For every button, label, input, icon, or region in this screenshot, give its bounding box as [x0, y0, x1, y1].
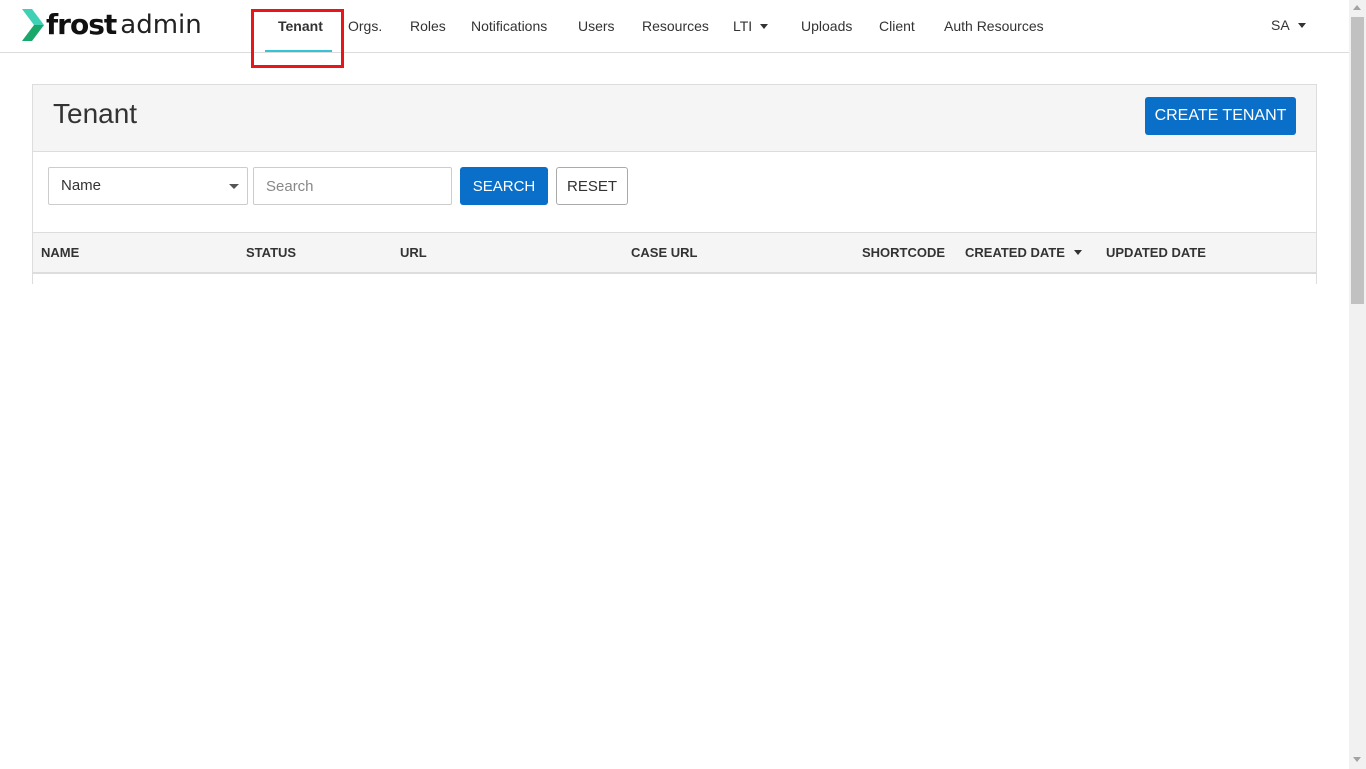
search-input[interactable] — [253, 167, 452, 205]
search-field-selected-value: Name — [61, 177, 102, 194]
nav-item-uploads[interactable]: Uploads — [801, 0, 852, 52]
nav-item-auth-resources[interactable]: Auth Resources — [944, 0, 1044, 52]
logo-suffix-text: admin — [120, 10, 202, 40]
user-menu[interactable]: SA — [1271, 0, 1306, 51]
logo[interactable]: frost admin — [22, 8, 202, 42]
table-header-row: NAME STATUS URL CASE URL SHORTCODE CREAT… — [33, 232, 1316, 274]
nav-item-notifications[interactable]: Notifications — [471, 0, 547, 52]
scrollbar-thumb[interactable] — [1351, 17, 1364, 304]
logo-brand-text: frost — [46, 8, 117, 41]
caret-down-icon — [760, 23, 769, 29]
nav-item-tenant[interactable]: Tenant — [278, 0, 323, 52]
column-header-shortcode[interactable]: SHORTCODE — [862, 233, 945, 273]
search-field-select[interactable]: Name — [48, 167, 248, 205]
vertical-scrollbar[interactable] — [1349, 0, 1366, 769]
nav-item-orgs[interactable]: Orgs. — [348, 0, 382, 52]
column-header-updated-date[interactable]: UPDATED DATE — [1106, 233, 1206, 273]
reset-button[interactable]: RESET — [556, 167, 628, 205]
active-tab-indicator — [265, 50, 332, 52]
column-header-created-date-label: CREATED DATE — [965, 245, 1065, 260]
chevron-down-icon — [229, 184, 239, 189]
panel-header: Tenant CREATE TENANT — [33, 85, 1316, 152]
nav-item-lti[interactable]: LTI — [733, 0, 769, 52]
column-header-created-date[interactable]: CREATED DATE — [965, 233, 1082, 273]
nav-item-roles[interactable]: Roles — [410, 0, 446, 52]
caret-down-icon — [1297, 22, 1306, 28]
user-initials: SA — [1271, 17, 1290, 33]
column-header-status[interactable]: STATUS — [246, 233, 296, 273]
chevron-logo-icon — [22, 9, 44, 41]
scroll-up-arrow-icon[interactable] — [1353, 5, 1361, 10]
tenant-panel: Tenant CREATE TENANT Name SEARCH RESET N… — [32, 84, 1317, 284]
create-tenant-button[interactable]: CREATE TENANT — [1145, 97, 1296, 135]
search-button[interactable]: SEARCH — [460, 167, 548, 205]
nav-item-users[interactable]: Users — [578, 0, 615, 52]
filter-bar: Name SEARCH RESET — [33, 153, 1316, 232]
sort-desc-icon — [1073, 250, 1082, 256]
column-header-name[interactable]: NAME — [41, 233, 79, 273]
page-title: Tenant — [53, 98, 138, 129]
scroll-down-arrow-icon[interactable] — [1353, 757, 1361, 762]
nav-item-lti-label: LTI — [733, 18, 753, 34]
nav-item-resources[interactable]: Resources — [642, 0, 709, 52]
column-header-url[interactable]: URL — [400, 233, 427, 273]
top-navbar: frost admin Tenant Orgs. Roles Notificat… — [0, 0, 1349, 53]
column-header-case-url[interactable]: CASE URL — [631, 233, 697, 273]
nav-item-client[interactable]: Client — [879, 0, 915, 52]
